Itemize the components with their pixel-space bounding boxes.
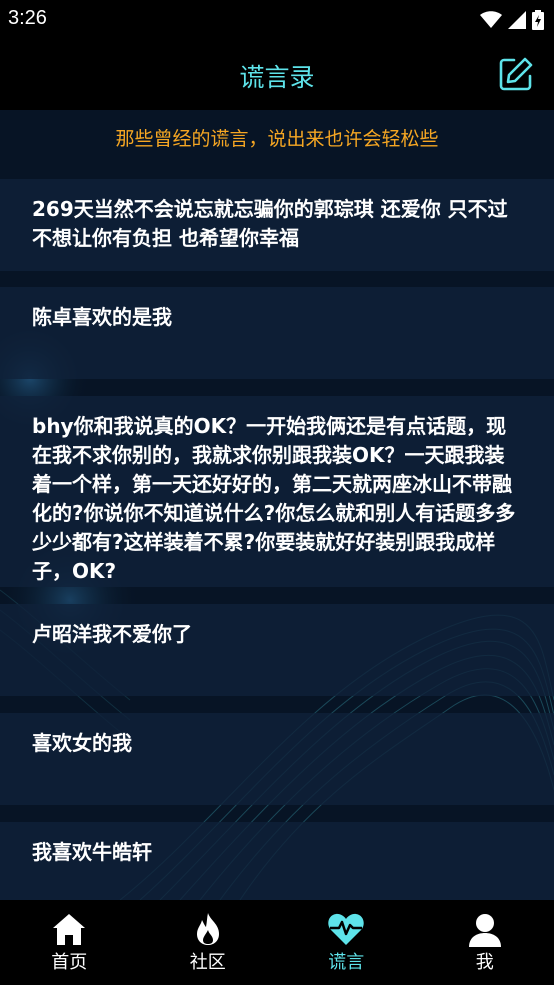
lie-card[interactable]: 卢昭洋我不爱你了 [0, 604, 554, 696]
tab-label: 社区 [189, 952, 226, 973]
bottom-tab-bar: 首页 社区 谎言 我 [0, 900, 554, 985]
status-bar: 3:26 [0, 0, 554, 40]
lie-card[interactable]: 269天当然不会说忘就忘骗你的郭琮琪 还爱你 只不过不想让你有负担 也希望你幸福 [0, 179, 554, 271]
tab-me[interactable]: 我 [416, 900, 554, 985]
lie-card[interactable]: bhy你和我说真的OK？一开始我俩还是有点话题，现在我不求你别的，我就求你别跟我… [0, 396, 554, 587]
status-time: 3:26 [8, 7, 47, 29]
subtitle-banner: 那些曾经的谎言，说出来也许会轻松些 [115, 128, 439, 150]
wifi-icon [480, 11, 502, 28]
lie-text: 卢昭洋我不爱你了 [32, 622, 192, 646]
tab-label: 谎言 [328, 952, 365, 973]
signal-icon [508, 11, 526, 29]
page-title: 谎言录 [239, 63, 315, 92]
lie-text: 喜欢女的我 [32, 731, 132, 755]
tab-home[interactable]: 首页 [0, 900, 139, 985]
lie-text: 陈卓喜欢的是我 [32, 305, 172, 329]
app-header: 谎言录 [0, 40, 554, 110]
lie-card[interactable]: 我喜欢牛皓轩 [0, 822, 554, 900]
tab-lies[interactable]: 谎言 [277, 900, 416, 985]
home-icon [53, 914, 86, 945]
tab-label: 我 [475, 952, 494, 973]
user-icon [468, 914, 501, 947]
tab-label: 首页 [51, 952, 88, 973]
tab-community[interactable]: 社区 [139, 900, 278, 985]
battery-icon [532, 10, 544, 30]
edit-icon[interactable] [498, 56, 534, 92]
fire-icon [196, 913, 219, 945]
lie-text: 269天当然不会说忘就忘骗你的郭琮琪 还爱你 只不过不想让你有负担 也希望你幸福 [32, 197, 508, 250]
heart-pulse-icon [328, 913, 364, 945]
lie-text: 我喜欢牛皓轩 [32, 840, 152, 864]
status-icons [480, 9, 544, 31]
lie-card[interactable]: 喜欢女的我 [0, 713, 554, 805]
lie-text: bhy你和我说真的OK？一开始我俩还是有点话题，现在我不求你别的，我就求你别跟我… [32, 414, 516, 583]
lie-card[interactable]: 陈卓喜欢的是我 [0, 287, 554, 379]
